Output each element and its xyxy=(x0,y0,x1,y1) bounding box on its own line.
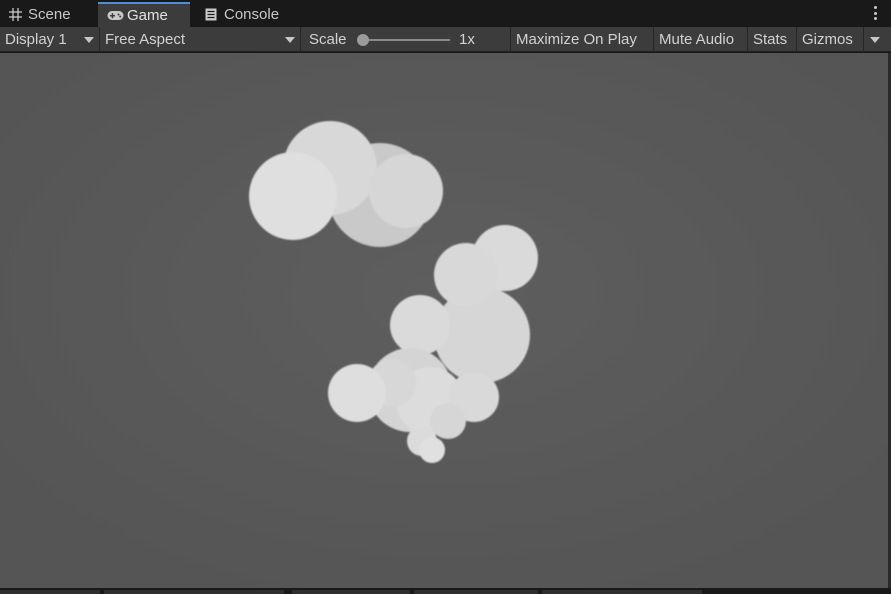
grid-icon xyxy=(8,8,22,22)
display-dropdown[interactable]: Display 1 xyxy=(0,27,100,52)
maximize-label: Maximize On Play xyxy=(516,31,637,48)
particle-render xyxy=(0,53,888,588)
gizmos-toggle[interactable]: Gizmos xyxy=(797,27,864,52)
gizmos-label: Gizmos xyxy=(802,31,853,48)
bottom-panel-edge xyxy=(0,588,891,594)
gizmos-dropdown[interactable] xyxy=(864,27,888,52)
display-label: Display 1 xyxy=(5,31,67,48)
tab-game[interactable]: Game xyxy=(98,2,190,27)
aspect-dropdown[interactable]: Free Aspect xyxy=(100,27,301,52)
maximize-on-play-toggle[interactable]: Maximize On Play xyxy=(511,27,654,52)
stats-toggle[interactable]: Stats xyxy=(748,27,797,52)
game-viewport[interactable] xyxy=(0,53,888,588)
tab-label: Game xyxy=(127,7,168,24)
gamepad-icon xyxy=(106,9,124,23)
mute-label: Mute Audio xyxy=(659,31,735,48)
tab-console[interactable]: Console xyxy=(196,2,296,27)
tab-scene[interactable]: Scene xyxy=(0,2,97,27)
scale-label: Scale xyxy=(309,31,347,48)
chevron-down-icon xyxy=(285,37,295,43)
scale-slider-track[interactable] xyxy=(362,39,450,41)
tab-label: Console xyxy=(224,6,280,23)
aspect-label: Free Aspect xyxy=(105,31,186,48)
kebab-menu-icon[interactable] xyxy=(873,6,877,20)
scale-slider-handle[interactable] xyxy=(357,34,369,46)
mute-audio-toggle[interactable]: Mute Audio xyxy=(654,27,748,52)
chevron-down-icon xyxy=(84,37,94,43)
chevron-down-icon xyxy=(870,37,880,43)
stats-label: Stats xyxy=(753,31,788,48)
console-icon xyxy=(204,8,218,22)
tab-bar: Scene Game Console xyxy=(0,0,891,28)
scale-value: 1x xyxy=(459,31,475,48)
tab-label: Scene xyxy=(28,6,71,23)
